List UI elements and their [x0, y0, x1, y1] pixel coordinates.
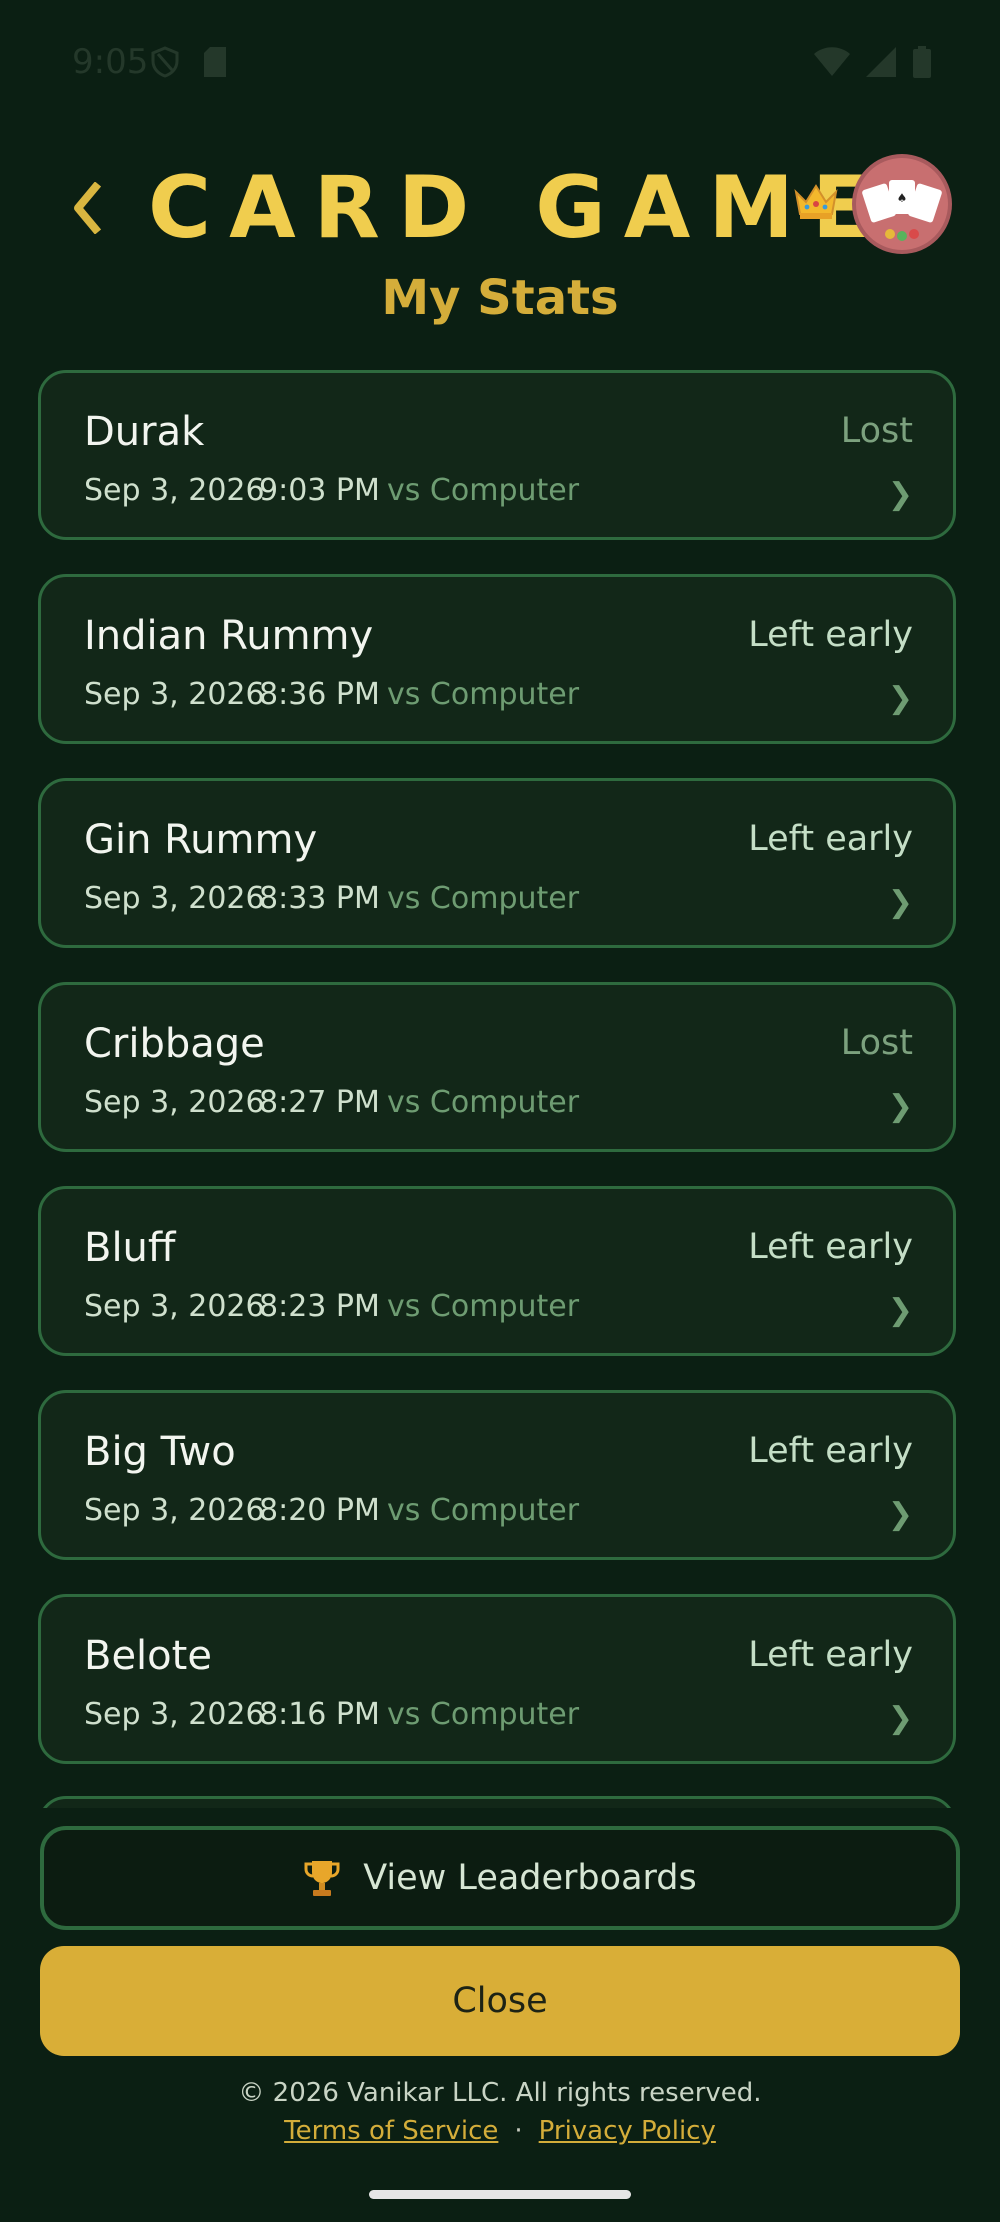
game-result: Lost	[840, 411, 913, 451]
game-time: 8:23 PM	[259, 1289, 380, 1324]
game-result: Left early	[748, 615, 913, 655]
chevron-right-icon: ❯	[887, 477, 913, 512]
terms-of-service-link[interactable]: Terms of Service	[284, 2116, 498, 2146]
status-time: 9:05	[72, 42, 149, 82]
signal-icon	[866, 47, 896, 77]
back-button[interactable]	[72, 170, 102, 246]
game-opponent: vs Computer	[387, 1697, 580, 1732]
view-leaderboards-button[interactable]: View Leaderboards	[40, 1826, 960, 1930]
game-result: Left early	[748, 819, 913, 859]
sd-card-icon	[204, 47, 226, 77]
game-date: Sep 3, 2026	[84, 677, 265, 712]
shield-icon	[151, 46, 179, 78]
chevron-right-icon: ❯	[887, 1293, 913, 1328]
game-name: Bluff	[84, 1225, 176, 1271]
game-date: Sep 3, 2026	[84, 1697, 265, 1732]
game-opponent: vs Computer	[387, 1289, 580, 1324]
game-result: Left early	[748, 1635, 913, 1675]
close-button[interactable]: Close	[40, 1946, 960, 2056]
chevron-right-icon: ❯	[887, 885, 913, 920]
game-card-gin-rummy[interactable]: Gin Rummy Left early Sep 3, 2026 8:33 PM…	[38, 778, 956, 948]
playing-cards-avatar: ♠	[862, 180, 942, 241]
game-name: Big Two	[84, 1429, 236, 1475]
game-card-partial[interactable]	[38, 1796, 956, 1808]
link-separator: ·	[514, 2116, 523, 2146]
game-result: Lost	[840, 1023, 913, 1063]
battery-icon	[913, 46, 931, 78]
game-name: Belote	[84, 1633, 212, 1679]
game-opponent: vs Computer	[387, 881, 580, 916]
game-result: Left early	[748, 1431, 913, 1471]
game-opponent: vs Computer	[387, 473, 580, 508]
view-leaderboards-label: View Leaderboards	[363, 1858, 697, 1898]
copyright-text: © 2026 Vanikar LLC. All rights reserved.	[238, 2078, 762, 2108]
game-name: Indian Rummy	[84, 613, 374, 659]
game-opponent: vs Computer	[387, 677, 580, 712]
game-date: Sep 3, 2026	[84, 1493, 265, 1528]
game-card-big-two[interactable]: Big Two Left early Sep 3, 2026 8:20 PM v…	[38, 1390, 956, 1560]
game-date: Sep 3, 2026	[84, 881, 265, 916]
trophy-icon	[304, 1861, 340, 1896]
game-time: 8:27 PM	[259, 1085, 380, 1120]
game-card-durak[interactable]: Durak Lost Sep 3, 2026 9:03 PM vs Comput…	[38, 370, 956, 540]
game-date: Sep 3, 2026	[84, 1085, 265, 1120]
game-card-bluff[interactable]: Bluff Left early Sep 3, 2026 8:23 PM vs …	[38, 1186, 956, 1356]
game-card-belote[interactable]: Belote Left early Sep 3, 2026 8:16 PM vs…	[38, 1594, 956, 1764]
chevron-left-icon	[74, 181, 102, 235]
chevron-right-icon: ❯	[887, 1701, 913, 1736]
game-date: Sep 3, 2026	[84, 1289, 265, 1324]
status-bar: 9:05	[0, 0, 1000, 120]
page-subtitle: My Stats	[381, 270, 619, 326]
game-name: Cribbage	[84, 1021, 265, 1067]
crown-icon	[793, 182, 839, 224]
privacy-policy-link[interactable]: Privacy Policy	[539, 2116, 716, 2146]
game-card-cribbage[interactable]: Cribbage Lost Sep 3, 2026 8:27 PM vs Com…	[38, 982, 956, 1152]
game-time: 9:03 PM	[259, 473, 380, 508]
game-result: Left early	[748, 1227, 913, 1267]
game-time: 8:33 PM	[259, 881, 380, 916]
game-date: Sep 3, 2026	[84, 473, 265, 508]
game-name: Gin Rummy	[84, 817, 318, 863]
close-button-label: Close	[452, 1981, 548, 2021]
game-name: Durak	[84, 409, 205, 455]
chevron-right-icon: ❯	[887, 1089, 913, 1124]
chevron-right-icon: ❯	[887, 681, 913, 716]
app-title: CARD GAMES	[148, 158, 969, 258]
game-time: 8:20 PM	[259, 1493, 380, 1528]
wifi-icon	[814, 47, 850, 76]
game-time: 8:36 PM	[259, 677, 380, 712]
avatar[interactable]: ♠	[856, 158, 948, 250]
home-indicator[interactable]	[369, 2190, 631, 2199]
game-card-indian-rummy[interactable]: Indian Rummy Left early Sep 3, 2026 8:36…	[38, 574, 956, 744]
game-opponent: vs Computer	[387, 1085, 580, 1120]
footer-links: Terms of Service · Privacy Policy	[0, 2116, 1000, 2146]
svg-text:♠: ♠	[897, 191, 908, 205]
chevron-right-icon: ❯	[887, 1497, 913, 1532]
game-time: 8:16 PM	[259, 1697, 380, 1732]
game-opponent: vs Computer	[387, 1493, 580, 1528]
game-history-list[interactable]: Durak Lost Sep 3, 2026 9:03 PM vs Comput…	[38, 370, 962, 1808]
